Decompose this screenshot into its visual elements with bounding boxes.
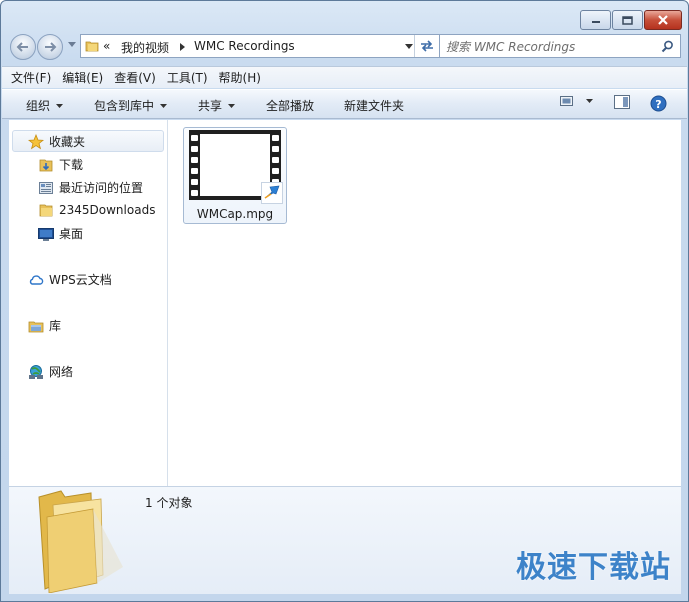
- nav-wps-cloud-label: WPS云文档: [49, 273, 112, 287]
- minimize-icon: [591, 21, 600, 23]
- navigation-pane: 收藏夹 下载 最近访问的位置 2345Downloads 桌面 WPS云文档 库…: [9, 120, 168, 486]
- include-in-library-button[interactable]: 包含到库中: [94, 97, 168, 114]
- media-player-badge-icon: [261, 182, 283, 204]
- cloud-icon: [28, 272, 44, 288]
- folder-icon: [85, 41, 99, 52]
- organize-button[interactable]: 组织: [26, 97, 64, 114]
- view-icon: [560, 96, 573, 106]
- nav-favorites[interactable]: 收藏夹: [28, 133, 85, 150]
- folder-icon: [38, 202, 54, 218]
- caption-buttons: [580, 10, 682, 30]
- recent-pages-dropdown-icon[interactable]: [68, 42, 76, 48]
- chevron-down-icon: [228, 103, 236, 108]
- forward-button[interactable]: [37, 34, 63, 60]
- menu-help[interactable]: 帮助(H): [219, 69, 261, 86]
- chevron-down-icon: [56, 103, 64, 108]
- breadcrumb-wmc-recordings[interactable]: WMC Recordings: [194, 39, 295, 53]
- nav-downloads[interactable]: 下载: [38, 156, 83, 173]
- search-icon[interactable]: [661, 40, 674, 53]
- nav-2345downloads[interactable]: 2345Downloads: [38, 202, 155, 218]
- search-input[interactable]: [444, 37, 658, 57]
- new-folder-button[interactable]: 新建文件夹: [344, 97, 404, 114]
- maximize-icon: [622, 15, 633, 25]
- search-box[interactable]: [439, 34, 681, 58]
- watermark: 极速下载站: [516, 550, 671, 585]
- address-dropdown-icon[interactable]: [405, 44, 413, 49]
- nav-network-label: 网络: [49, 365, 74, 379]
- star-icon: [28, 133, 44, 150]
- chevron-down-icon: [586, 99, 593, 103]
- nav-favorites-label: 收藏夹: [49, 135, 86, 149]
- help-button[interactable]: ?: [650, 95, 667, 112]
- file-item[interactable]: WMCap.mpg: [183, 127, 287, 224]
- svg-text:?: ?: [655, 98, 661, 111]
- refresh-button[interactable]: [414, 35, 439, 57]
- close-icon: [658, 15, 668, 25]
- navigation-row: « 我的视频 WMC Recordings: [10, 33, 681, 61]
- share-button[interactable]: 共享: [198, 97, 236, 114]
- include-in-library-label: 包含到库中: [94, 99, 155, 113]
- address-bar[interactable]: « 我的视频 WMC Recordings: [80, 34, 440, 58]
- command-bar: 组织 包含到库中 共享 全部播放 新建文件夹 ?: [2, 89, 687, 119]
- preview-pane-icon: [614, 95, 630, 109]
- details-pane: 1 个对象 极速下载站: [9, 486, 681, 594]
- close-button[interactable]: [644, 10, 682, 30]
- downloads-folder-icon: [38, 157, 54, 173]
- desktop-icon: [38, 226, 54, 242]
- file-list: WMCap.mpg: [168, 120, 681, 486]
- explorer-window: « 我的视频 WMC Recordings 文件(F) 编辑(E) 查看(V): [0, 0, 689, 602]
- breadcrumb-arrow-icon[interactable]: [180, 43, 185, 51]
- item-count: 1 个对象: [145, 496, 193, 510]
- library-icon: [28, 318, 44, 334]
- maximize-button[interactable]: [612, 10, 643, 30]
- file-name: WMCap.mpg: [196, 207, 274, 221]
- minimize-button[interactable]: [580, 10, 611, 30]
- recent-places-icon: [38, 180, 54, 196]
- nav-2345downloads-label: 2345Downloads: [59, 203, 156, 217]
- help-icon: ?: [650, 95, 667, 112]
- menu-tools[interactable]: 工具(T): [167, 69, 208, 86]
- menu-bar: 文件(F) 编辑(E) 查看(V) 工具(T) 帮助(H): [2, 66, 687, 88]
- menu-view[interactable]: 查看(V): [114, 69, 156, 86]
- large-folder-icon: [38, 490, 123, 593]
- nav-recent-places[interactable]: 最近访问的位置: [38, 179, 143, 196]
- back-arrow-icon: [16, 42, 28, 52]
- nav-desktop[interactable]: 桌面: [38, 225, 83, 242]
- new-folder-label: 新建文件夹: [344, 99, 405, 113]
- nav-network[interactable]: 网络: [28, 363, 73, 380]
- nav-recent-places-label: 最近访问的位置: [59, 181, 144, 195]
- back-button[interactable]: [10, 34, 36, 60]
- change-view-button[interactable]: [560, 95, 593, 107]
- preview-pane-button[interactable]: [614, 95, 630, 109]
- menu-edit[interactable]: 编辑(E): [62, 69, 103, 86]
- chevron-down-icon: [160, 103, 168, 108]
- nav-wps-cloud[interactable]: WPS云文档: [28, 271, 112, 288]
- nav-library[interactable]: 库: [28, 317, 61, 334]
- share-label: 共享: [198, 99, 223, 113]
- nav-library-label: 库: [49, 319, 62, 333]
- forward-arrow-icon: [45, 42, 57, 52]
- nav-downloads-label: 下载: [59, 158, 84, 172]
- menu-file[interactable]: 文件(F): [11, 69, 51, 86]
- breadcrumb-my-videos[interactable]: 我的视频: [121, 39, 169, 56]
- refresh-icon: [421, 40, 433, 52]
- network-icon: [28, 364, 44, 380]
- play-all-label: 全部播放: [266, 99, 315, 113]
- play-all-button[interactable]: 全部播放: [266, 97, 314, 114]
- breadcrumb-overflow[interactable]: «: [103, 39, 110, 53]
- organize-label: 组织: [26, 99, 51, 113]
- nav-desktop-label: 桌面: [59, 227, 84, 241]
